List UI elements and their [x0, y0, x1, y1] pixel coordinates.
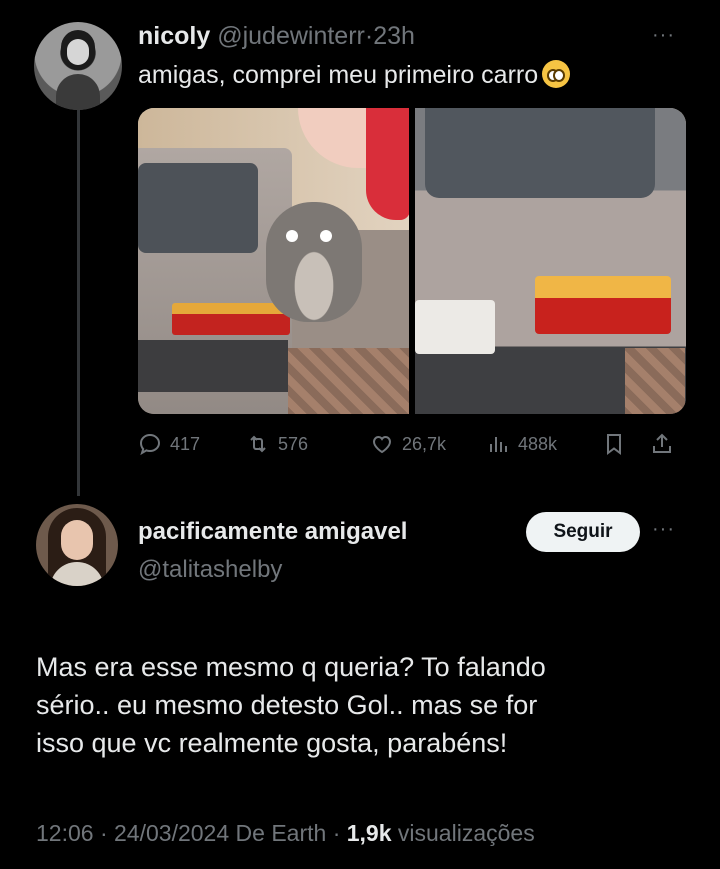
share-button[interactable] [650, 432, 674, 456]
reply-button[interactable]: 417 [138, 432, 200, 456]
share-icon [653, 433, 671, 453]
reply-icon [139, 433, 161, 456]
avatar[interactable] [34, 22, 122, 110]
retweet-icon [250, 435, 266, 453]
retweet-count: 576 [278, 433, 309, 454]
heart-icon [372, 435, 392, 454]
user-handle[interactable]: @talitashelby [138, 556, 282, 584]
post-date[interactable]: 24/03/2024 [114, 820, 229, 846]
views-label: visualizações [397, 820, 535, 846]
like-button[interactable]: 26,7k [370, 432, 446, 456]
tweet-text: amigas, comprei meu primeiro carro [138, 60, 571, 90]
tweet-text-content: amigas, comprei meu primeiro carro [138, 61, 539, 89]
tweet-actions: 417 576 26,7k 488k [138, 432, 686, 462]
separator: · [364, 22, 374, 50]
totoro-keychain [266, 202, 362, 322]
tweet-media[interactable] [138, 108, 686, 414]
display-name[interactable]: pacificamente amigavel [138, 518, 407, 546]
views-chart-icon [490, 437, 507, 452]
thread-line [77, 88, 80, 496]
views-count: 488k [518, 433, 558, 454]
post-time[interactable]: 12:06 [36, 820, 94, 846]
separator: · [99, 820, 108, 846]
bookmark-icon [607, 434, 621, 455]
timestamp[interactable]: 23h [373, 22, 415, 50]
bookmark-button[interactable] [602, 432, 626, 456]
more-options-icon[interactable]: ··· [652, 24, 675, 47]
reply-count: 417 [170, 433, 201, 454]
display-name[interactable]: nicoly [138, 22, 210, 50]
tweet-meta: 12:06 · 24/03/2024 De Earth · 1,9k visua… [36, 820, 535, 847]
follow-button[interactable]: Seguir [526, 512, 640, 552]
tweet-text-line: sério.. eu mesmo detesto Gol.. mas se fo… [36, 690, 538, 720]
tweet-text-line: isso que vc realmente gosta, parabéns! [36, 728, 508, 758]
user-handle[interactable]: @judewinterr [217, 22, 365, 50]
photo-car-keychain[interactable] [138, 108, 409, 414]
retweet-button[interactable]: 576 [246, 432, 308, 456]
tweet-author-line[interactable]: nicoly @judewinterr·23h [138, 22, 415, 51]
tweet-text: Mas era esse mesmo q queria? To falando … [36, 648, 696, 762]
avatar[interactable] [36, 504, 118, 586]
tweet-text-line: Mas era esse mesmo q queria? To falando [36, 652, 546, 682]
more-options-icon[interactable]: ··· [652, 518, 675, 541]
like-count: 26,7k [402, 433, 447, 454]
pleading-face-emoji-icon [542, 60, 571, 88]
photo-car-rear[interactable] [415, 108, 686, 414]
post-source: De Earth [235, 820, 327, 846]
views-count: 1,9k [346, 820, 392, 846]
separator: · [332, 820, 341, 846]
views-button[interactable]: 488k [486, 432, 557, 456]
